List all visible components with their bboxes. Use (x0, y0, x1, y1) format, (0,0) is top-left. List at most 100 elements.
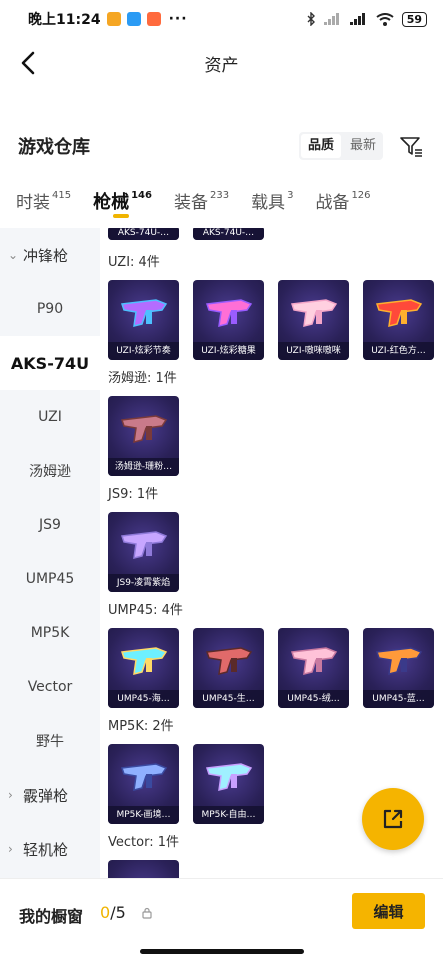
notification-icon (106, 12, 121, 26)
weapon-name: JS9-凌霄紫焰 (108, 574, 179, 592)
weapon-card[interactable]: UMP45-生… (193, 628, 264, 708)
weapon-card[interactable]: JS9-凌霄紫焰 (108, 512, 179, 592)
section-heading: 游戏仓库 (18, 137, 90, 158)
weapon-skin-image (120, 647, 168, 675)
section-title: UMP45: 4件 (108, 603, 183, 618)
sidebar-item-js9[interactable]: JS9 (0, 498, 100, 552)
sidebar-item-label: 野牛 (36, 734, 64, 750)
tab-firearms[interactable]: 枪械 146 (93, 174, 152, 218)
weapon-name: 汤姆逊-珊粉… (108, 458, 179, 476)
sidebar-item-bizon[interactable]: 野牛 (0, 714, 100, 768)
weapon-card[interactable]: UMP45-绒… (278, 628, 349, 708)
sidebar-item-aks74u[interactable]: AKS-74U (0, 336, 100, 390)
showcase-count: 0/5 (100, 903, 126, 922)
signal-icon (323, 13, 339, 25)
sidebar-group-shotgun[interactable]: › 霰弹枪 (0, 768, 100, 822)
chevron-left-icon[interactable] (14, 48, 44, 78)
weapon-skin-image (120, 299, 168, 327)
weapon-card[interactable]: 汤姆逊-珊粉… (108, 396, 179, 476)
nav-bar: 资产 (0, 38, 443, 88)
sort-latest-button[interactable]: 最新 (343, 132, 383, 160)
tab-label: 装备 (173, 193, 208, 213)
weapon-name: AKS-74U-… (193, 228, 264, 240)
sidebar-item-label: Vector (27, 679, 73, 695)
weapon-skin-image (120, 415, 168, 443)
sidebar-item-vector[interactable]: Vector (0, 660, 100, 714)
weapon-card[interactable]: MP5K-画境… (108, 744, 179, 824)
weapon-name: UMP45-绒… (278, 690, 349, 708)
weapon-skin-image (205, 647, 253, 675)
sidebar-item-thompson[interactable]: 汤姆逊 (0, 444, 100, 498)
sidebar-item-mp5k[interactable]: MP5K (0, 606, 100, 660)
weapon-card[interactable] (108, 860, 179, 878)
weapon-sidebar: ⌄ 冲锋枪 P90 AKS-74U UZI 汤姆逊 JS9 UMP45 MP5K… (0, 228, 100, 878)
showcase-bar: 我的橱窗 0/5 编辑 (0, 878, 443, 960)
sidebar-item-label: 轻机枪 (23, 840, 69, 859)
weapon-name: UZI-炫彩节奏 (108, 342, 179, 360)
weapon-name: UMP45-蓝… (363, 690, 434, 708)
weapon-card[interactable]: AKS-74U-… (193, 228, 264, 240)
sidebar-item-label: 霰弹枪 (23, 786, 69, 805)
tab-fashion[interactable]: 时装 415 (16, 174, 71, 213)
more-notifications-icon: ··· (168, 11, 188, 27)
tab-label: 战备 (315, 193, 350, 213)
sidebar-item-label: 汤姆逊 (29, 464, 71, 480)
tab-count: 126 (351, 190, 371, 201)
weapon-card[interactable]: UZI-炫彩节奏 (108, 280, 179, 360)
section-title: JS9: 1件 (108, 487, 159, 502)
sort-toggle: 品质 最新 (298, 132, 383, 160)
sidebar-item-label: P90 (36, 301, 64, 317)
bluetooth-icon (307, 12, 315, 26)
sidebar-group-lmg[interactable]: › 轻机枪 (0, 822, 100, 876)
weapon-name: MP5K-自由… (193, 806, 264, 824)
weapon-card[interactable]: MP5K-自由… (193, 744, 264, 824)
section-title: MP5K: 2件 (108, 719, 174, 734)
tab-count: 233 (209, 190, 230, 201)
sidebar-item-label: JS9 (39, 517, 61, 533)
tab-label: 时装 (16, 193, 50, 213)
section-title: 汤姆逊: 1件 (108, 371, 177, 386)
chevron-down-icon: ⌄ (8, 248, 19, 262)
weapon-card[interactable]: UZI-炫彩糖果 (193, 280, 264, 360)
weapon-card[interactable]: UMP45-海… (108, 628, 179, 708)
showcase-title: 我的橱窗 (19, 907, 84, 926)
wifi-icon (376, 12, 394, 26)
home-indicator (140, 949, 304, 954)
weapon-name: UMP45-海… (108, 690, 179, 708)
item-grid (100, 860, 443, 878)
notification-icon (146, 12, 161, 26)
tab-equipment[interactable]: 装备 233 (174, 174, 229, 213)
chevron-right-icon: › (8, 842, 13, 856)
sidebar-group-smg[interactable]: ⌄ 冲锋枪 (0, 228, 100, 282)
chevron-right-icon: › (8, 788, 13, 802)
sidebar-item-uzi[interactable]: UZI (0, 390, 100, 444)
sidebar-item-p90[interactable]: P90 (0, 282, 100, 336)
weapon-skin-image (205, 299, 253, 327)
weapon-skin-image (120, 763, 168, 791)
weapon-card[interactable]: UMP45-蓝… (363, 628, 434, 708)
section-title: UZI: 4件 (108, 255, 160, 270)
weapon-skin-image (290, 647, 338, 675)
status-bar: 晚上11:24 ··· 59 (0, 0, 443, 38)
tab-count: 415 (52, 190, 72, 201)
tab-vehicles[interactable]: 载具 3 (251, 174, 293, 213)
weapon-card[interactable]: UZI-红色方… (363, 280, 434, 360)
showcase-count-total: /5 (110, 903, 126, 922)
weapon-card[interactable]: UZI-嗷咪嗷咪 (278, 280, 349, 360)
weapon-name: UZI-红色方… (363, 342, 434, 360)
sidebar-item-label: 冲锋枪 (23, 246, 69, 265)
edit-button[interactable]: 编辑 (352, 893, 425, 929)
lock-icon (142, 907, 152, 919)
filter-icon[interactable] (397, 132, 425, 160)
item-grid: JS9-凌霄紫焰 (100, 512, 443, 592)
notification-icon (126, 12, 141, 26)
item-grid: UZI-炫彩节奏 UZI-炫彩糖果 UZI-嗷咪嗷咪 UZI-红色方… (100, 280, 443, 360)
share-button[interactable] (362, 788, 424, 850)
sidebar-item-ump45[interactable]: UMP45 (0, 552, 100, 606)
sort-quality-button[interactable]: 品质 (300, 134, 341, 158)
weapon-name: UMP45-生… (193, 690, 264, 708)
weapon-card[interactable]: AKS-74U-… (108, 228, 179, 240)
weapon-sections: UZI: 4件 UZI-炫彩节奏 UZI-炫彩糖果 UZI-嗷咪嗷咪 UZI-红色方… 汤… (100, 252, 443, 878)
weapon-grid: AKS-74U-… AKS-74U-… UZI: 4件 UZI-炫彩节奏 UZI-炫… (100, 228, 443, 878)
tab-supplies[interactable]: 战备 126 (315, 174, 370, 213)
